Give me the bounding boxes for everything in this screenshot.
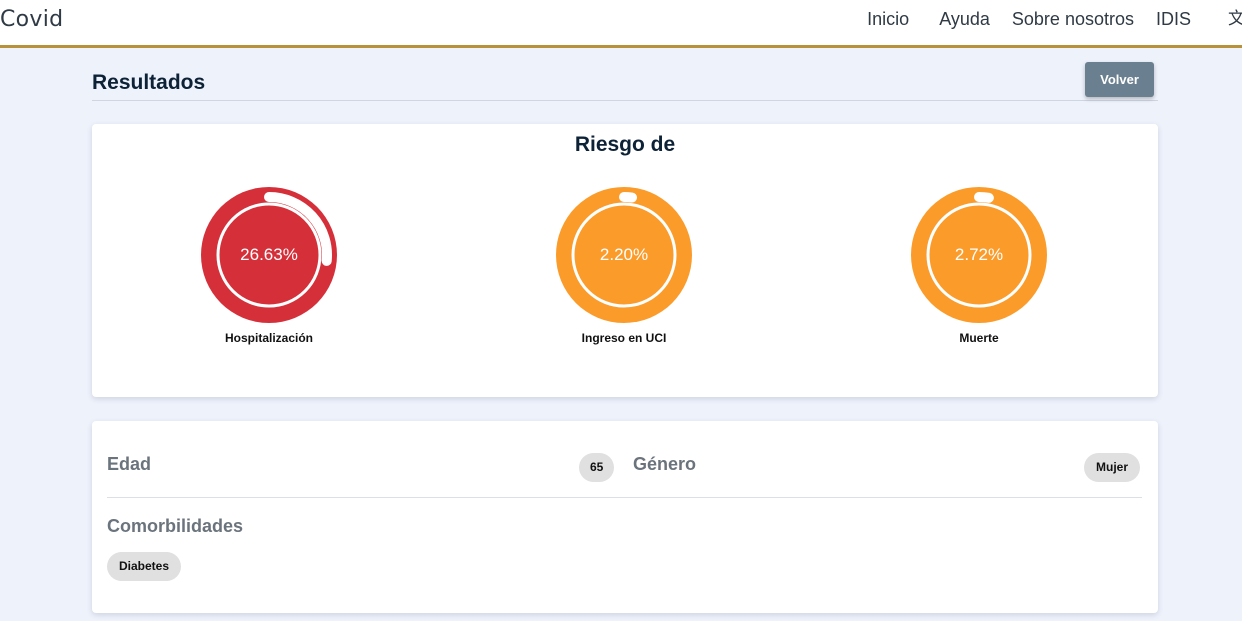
comorbidities-label: Comorbilidades [107,516,244,536]
age-chip: 65 [579,453,615,482]
gauge-label: Hospitalización [224,331,313,345]
risk-card: Riesgo de 26.63% Hospitalización 2.20% I… [92,124,1158,397]
page-title: Resultados [92,71,206,94]
gauge-death-ring: 2.72% [911,187,1047,323]
profile-divider [107,497,1142,498]
gauge-progress-arc [619,192,637,203]
comorbidity-chip: Diabetes [107,552,182,581]
gender-chip: Mujer [1084,453,1141,482]
nav-item-inicio[interactable]: Inicio [856,9,928,30]
nav-item-ayuda[interactable]: Ayuda [928,9,1001,30]
results-header: Resultados Volver [92,60,1158,101]
gauge-icu: 2.20% Ingreso en UCI [534,185,714,355]
age-label: Edad [107,454,152,474]
nav-item-idis[interactable]: IDIS [1145,9,1202,30]
gauge-hospitalization: 26.63% Hospitalización [179,185,359,355]
top-navigation-bar: Covid Inicio Ayuda Sobre nosotros IDIS 文 [0,0,1242,48]
gauge-label: Ingreso en UCI [581,331,667,345]
gauge-label: Muerte [959,331,999,345]
gauge-death: 2.72% Muerte [889,185,1069,355]
gauge-progress-arc [974,192,994,203]
main-nav: Inicio Ayuda Sobre nosotros IDIS [856,9,1202,30]
gauge-value: 26.63% [240,245,298,264]
profile-card: Edad 65 Género Mujer Comorbilidades Diab… [92,421,1158,613]
gauge-hospitalization-ring: 26.63% [201,187,337,323]
gauge-icu-ring: 2.20% [556,187,692,323]
risk-heading: Riesgo de [574,133,676,156]
gender-label: Género [633,454,697,474]
gauge-value: 2.72% [955,245,1003,264]
translate-icon[interactable]: 文 [1228,4,1242,29]
brand-logo[interactable]: Covid [0,7,63,32]
nav-item-sobre-nosotros[interactable]: Sobre nosotros [1001,9,1145,30]
gauge-value: 2.20% [600,245,648,264]
back-button[interactable]: Volver [1085,62,1154,97]
